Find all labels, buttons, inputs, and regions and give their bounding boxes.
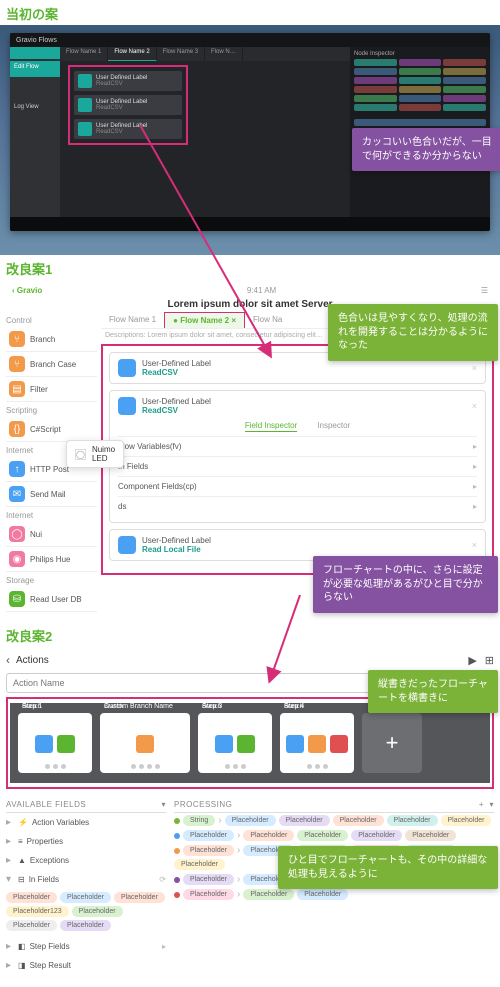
panel-header: PROCESSING+ ▾ [174,797,494,813]
field-group[interactable]: ▸◨Step Result [6,956,166,975]
field-group[interactable]: ▸▲Exceptions [6,851,166,870]
field-group[interactable]: ▾⊟In Fields⟳ [6,870,166,889]
field-group[interactable]: ▸◧Step Fields▸ [6,937,166,956]
callout: フローチャートの中に、さらに設定が必要な処理があるがひと目で分からない [313,556,498,613]
component-palette: Control ⑂Branch ⑂Branch Case ▤Filter Scr… [6,312,101,612]
chip[interactable]: Placeholder [441,815,492,826]
flow-card-expanded[interactable]: User-Defined LabelReadCSV× Field Inspect… [109,390,486,523]
taskbar [10,217,490,231]
sidebar-item[interactable]: Edit Flow [10,61,60,77]
callout: ひと目でフローチャートも、その中の詳細な処理も見えるように [278,846,498,889]
sidebar-item[interactable] [10,81,60,97]
chip[interactable]: Placeholder [72,906,123,917]
field-row[interactable]: ds▸ [118,496,477,516]
chip[interactable]: Placeholder [183,830,234,841]
chip[interactable]: Placeholder [387,815,438,826]
chip[interactable]: Placeholder [225,815,276,826]
chip[interactable]: Placeholder [351,830,402,841]
section-title-original: 当初の案 [0,0,500,25]
window-titlebar: Gravio Flows [10,33,490,47]
chip[interactable]: Placeholder [243,889,294,900]
menu-icon[interactable]: ☰ [481,286,488,295]
tab[interactable]: Flow Name 2 [108,47,156,61]
palette-item[interactable]: ⑂Branch Case [6,352,97,377]
chip[interactable]: Placeholder [6,920,57,931]
flow-tabs: Flow Name 1 Flow Name 2 Flow Name 3 Flow… [60,47,350,61]
chip[interactable]: Placeholder [279,815,330,826]
back-icon[interactable]: ‹ [6,653,10,667]
sidebar-item[interactable]: Log View [10,101,60,117]
tab[interactable]: Flow Na [245,312,290,328]
chip[interactable]: Placeholder [114,892,165,903]
tab[interactable]: Flow Name 1 [60,47,108,61]
tab[interactable]: Flow Name 3 [157,47,205,61]
chip[interactable]: Placeholder [183,874,234,885]
field-row[interactable]: Flow Variables(fv)▸ [118,436,477,456]
inspector-tab[interactable]: Field Inspector [245,421,297,432]
close-icon[interactable]: × [472,363,477,373]
field-row[interactable]: Component Fields(cp)▸ [118,476,477,496]
chip[interactable]: Placeholder [60,892,111,903]
chip[interactable]: Placeholder [243,830,294,841]
chip[interactable]: Placeholder [333,815,384,826]
callout: 色合いは見やすくなり、処理の流れを開発することは分かるようになった [328,304,498,361]
tab[interactable]: Flow N… [205,47,243,61]
tab-active[interactable]: ● Flow Name 2 × [164,312,245,328]
chip[interactable]: Placeholder [6,892,57,903]
status-time: 9:41 AM [42,286,481,295]
palette-item[interactable]: ◯Nui [6,522,97,547]
chip[interactable]: Placeholder [405,830,456,841]
steps-row: Step 1Branch Custom Branch NameBranch St… [10,703,490,783]
breadcrumb: Actions [16,655,49,666]
tab[interactable]: Flow Name 1 [101,312,164,328]
chip[interactable]: Placeholder [174,859,225,870]
section-title-rev2: 改良案2 [0,622,500,647]
palette-item[interactable]: ⛁Read User DB [6,587,97,612]
flow-node[interactable]: User Defined LabelReadCSV [74,95,182,115]
back-link[interactable]: ‹ Gravio [12,286,42,295]
palette-item[interactable]: ◉Philips Hue [6,547,97,572]
available-fields-panel: AVAILABLE FIELDS▾ ▸⚡Action Variables ▸≡P… [6,797,166,975]
section-title-rev1: 改良案1 [0,255,500,280]
palette-item[interactable]: ▤Filter [6,377,97,402]
callout: 縦書きだったフローチャートを横書きに [368,670,498,713]
chip[interactable]: String [183,815,215,826]
chip[interactable]: Placeholder [297,830,348,841]
palette-item[interactable]: {}C#Script [6,417,97,442]
step-card[interactable]: Step 3Branch [198,713,272,773]
palette-item[interactable]: ✉Send Mail [6,482,97,507]
field-chips: Placeholder Placeholder Placeholder Plac… [6,889,166,937]
add-step-button[interactable]: + [362,713,422,773]
sidebar: Edit Flow Log View [10,47,60,217]
step-card[interactable]: Step 4Branch [280,713,354,773]
palette-item[interactable]: ⑂Branch [6,327,97,352]
flow-canvas-highlight: User-Defined LabelReadCSV× User-Defined … [101,344,494,575]
field-group[interactable]: ▸≡Properties [6,832,166,851]
grid-icon[interactable]: ⊞ [485,654,494,667]
flow-nodes-highlight: User Defined LabelReadCSV User Defined L… [68,65,188,145]
inspector-tabs: Field Inspector Inspector [118,421,477,432]
close-icon[interactable]: × [472,401,477,411]
callout: カッコいい色合いだが、一目で何ができるか分からない [352,128,500,171]
drag-popup[interactable]: ◯Nuimo LED [66,440,124,468]
collapse-icon[interactable]: ▾ [161,800,166,809]
settings-icon[interactable]: ⟳ [159,875,166,884]
play-icon[interactable]: ▶ [468,654,476,667]
inspector-tab[interactable]: Inspector [317,421,350,432]
chip[interactable]: Placeholder123 [6,906,69,917]
step-card[interactable]: Step 1Branch [18,713,92,773]
flow-node[interactable]: User Defined LabelReadCSV [74,71,182,91]
flow-node[interactable]: User Defined LabelReadCSV [74,119,182,139]
chip[interactable]: Placeholder [183,889,234,900]
panel-header: AVAILABLE FIELDS▾ [6,797,166,813]
step-card[interactable]: Custom Branch NameBranch [100,713,190,773]
close-icon[interactable]: × [472,540,477,550]
chip[interactable]: Placeholder [60,920,111,931]
add-icon[interactable]: + ▾ [479,800,494,809]
chip[interactable]: Placeholder [297,889,348,900]
chip[interactable]: Placeholder [183,845,234,856]
field-row[interactable]: In Fields▸ [118,456,477,476]
field-group[interactable]: ▸⚡Action Variables [6,813,166,832]
